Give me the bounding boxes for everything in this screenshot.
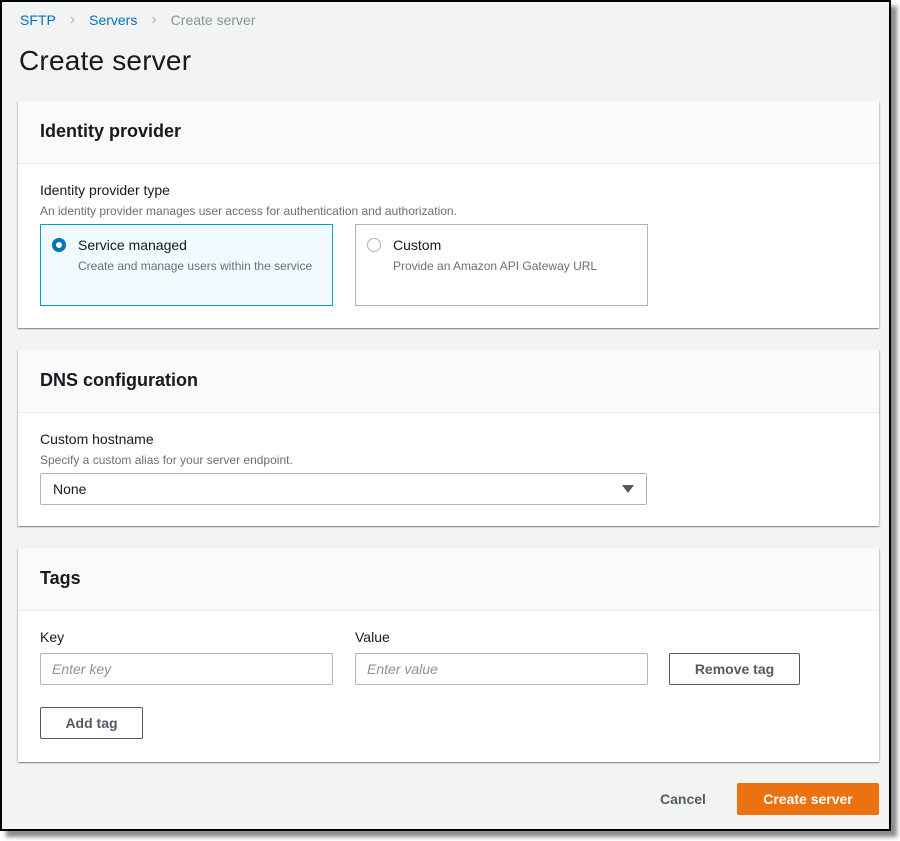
page-title: Create server — [19, 45, 192, 76]
radio-tile-custom[interactable]: Custom Provide an Amazon API Gateway URL — [355, 224, 648, 306]
radio-tile-service-managed[interactable]: Service managed Create and manage users … — [40, 224, 333, 306]
remove-tag-button[interactable]: Remove tag — [669, 653, 800, 685]
cancel-button[interactable]: Cancel — [638, 783, 728, 815]
dns-configuration-header: DNS configuration — [18, 350, 879, 413]
tags-card: Tags Key Value Remove tag Add tag — [18, 548, 879, 762]
radio-description: Create and manage users within the servi… — [78, 259, 313, 273]
identity-provider-card: Identity provider Identity provider type… — [18, 101, 879, 328]
identity-provider-header: Identity provider — [18, 101, 879, 164]
custom-hostname-label: Custom hostname — [40, 431, 154, 447]
breadcrumb-servers[interactable]: Servers — [89, 12, 137, 28]
dns-configuration-card: DNS configuration Custom hostname Specif… — [18, 350, 879, 526]
radio-title: Service managed — [78, 237, 187, 253]
breadcrumb-sftp[interactable]: SFTP — [20, 12, 56, 28]
chevron-right-icon: › — [69, 11, 76, 28]
radio-description: Provide an Amazon API Gateway URL — [393, 259, 598, 273]
tag-value-input[interactable] — [355, 653, 648, 685]
chevron-right-icon: › — [151, 11, 157, 28]
tag-key-label: Key — [40, 629, 65, 645]
caret-down-icon — [622, 485, 634, 493]
custom-hostname-description: Specify a custom alias for your server e… — [40, 453, 293, 467]
custom-hostname-select[interactable]: None — [40, 473, 647, 505]
radio-unselected-icon[interactable] — [367, 238, 381, 252]
tags-header: Tags — [18, 548, 879, 611]
identity-provider-type-label: Identity provider type — [40, 182, 170, 198]
custom-hostname-selected-value: None — [53, 481, 87, 497]
radio-selected-icon[interactable] — [52, 238, 66, 252]
add-tag-button[interactable]: Add tag — [40, 707, 143, 739]
radio-title: Custom — [393, 237, 442, 253]
breadcrumb: SFTP › Servers › Create server — [20, 11, 256, 29]
tag-key-input[interactable] — [40, 653, 333, 685]
console-window: SFTP › Servers › Create server Create se… — [0, 0, 891, 831]
tag-value-label: Value — [355, 629, 390, 645]
breadcrumb-current: Create server — [170, 12, 256, 28]
identity-provider-type-description: An identity provider manages user access… — [40, 204, 457, 218]
create-server-button[interactable]: Create server — [737, 783, 879, 815]
